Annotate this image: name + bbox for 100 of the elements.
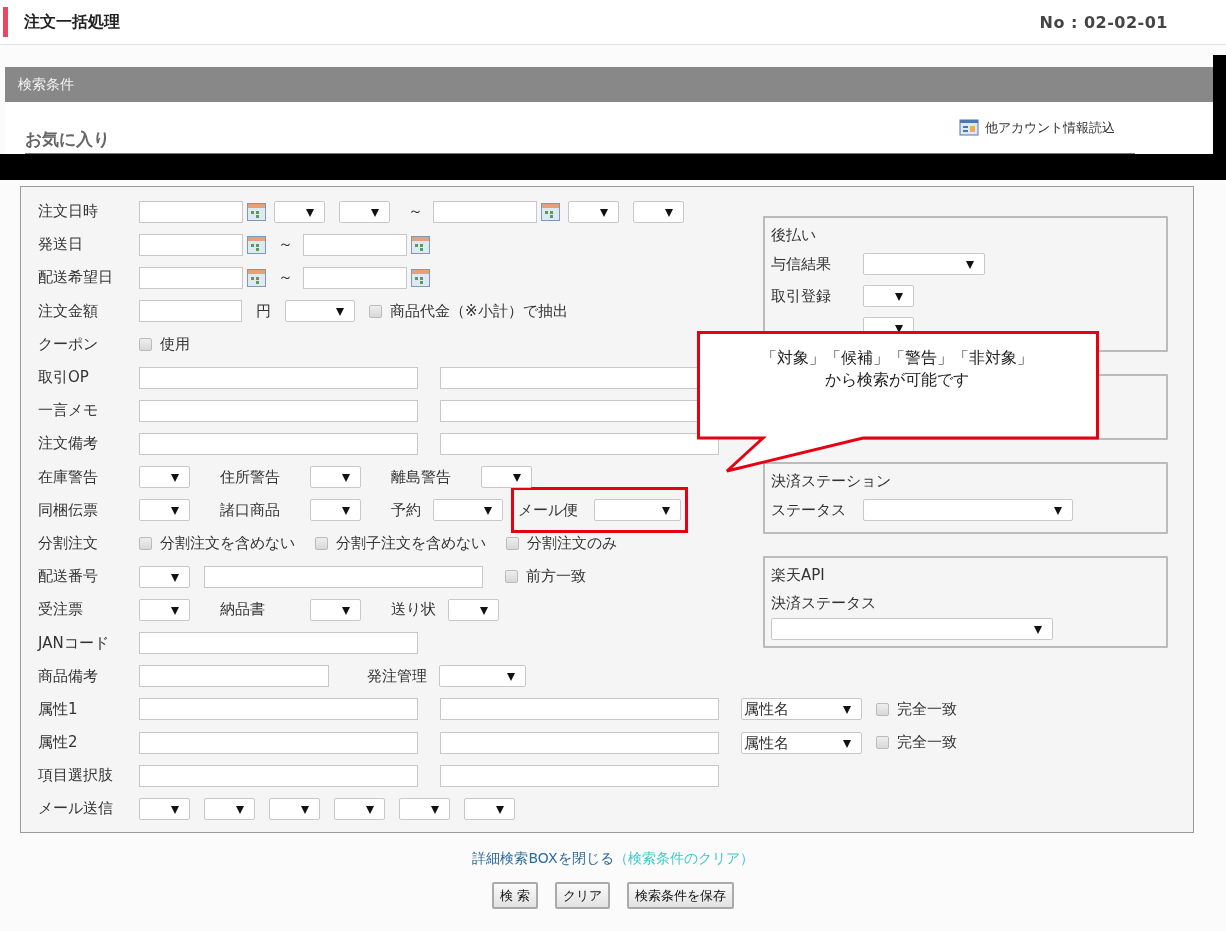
range-separator: ～ [278, 235, 293, 255]
date-field[interactable] [303, 233, 407, 256]
date-field[interactable] [303, 266, 407, 289]
callout-text: 「対象」「候補」「警告」「非対象」 から検索が可能です [760, 347, 1034, 391]
text-field[interactable] [139, 731, 418, 754]
dropdown[interactable] [310, 598, 361, 621]
text-field[interactable] [204, 565, 483, 588]
field-label: 取引OP [38, 368, 90, 388]
field-label: 離島警告 [391, 467, 452, 487]
close-detail-link[interactable]: 詳細検索BOXを閉じる [472, 850, 614, 868]
dropdown[interactable] [481, 466, 532, 489]
dropdown[interactable] [464, 797, 515, 820]
text-field[interactable] [139, 632, 418, 655]
dropdown[interactable] [310, 499, 361, 522]
load-account-link[interactable]: 他アカウント情報読込 [985, 119, 1115, 137]
dropdown[interactable] [139, 565, 190, 588]
dropdown[interactable] [269, 797, 320, 820]
calendar-icon[interactable] [411, 268, 430, 287]
checkbox[interactable] [505, 570, 518, 584]
checkbox[interactable] [369, 304, 382, 318]
accent-bar [3, 7, 8, 37]
field-label: 商品備考 [38, 666, 99, 686]
checkbox[interactable] [506, 536, 519, 550]
field-label: 配送番号 [38, 567, 99, 587]
text-field[interactable] [139, 366, 418, 389]
dropdown[interactable] [310, 466, 361, 489]
group-title: 楽天API [771, 565, 826, 586]
checkbox-label[interactable]: 前方一致 [526, 567, 586, 587]
field-label: JANコード [38, 633, 110, 653]
text-field[interactable] [440, 764, 719, 787]
page-title: 注文一括処理 [24, 11, 120, 33]
field-label: ステータス [771, 500, 847, 520]
checkbox-label[interactable]: 分割注文のみ [527, 533, 617, 553]
dropdown[interactable] [139, 466, 190, 489]
field-label: 発送日 [38, 235, 84, 255]
text-field[interactable] [139, 432, 418, 455]
dropdown[interactable] [568, 200, 619, 223]
text-field[interactable] [139, 665, 329, 688]
dropdown[interactable] [633, 200, 684, 223]
search-button[interactable]: 検 索 [491, 882, 539, 909]
date-field[interactable] [139, 266, 243, 289]
date-field[interactable] [433, 200, 537, 223]
calendar-icon[interactable] [247, 235, 266, 254]
text-field[interactable] [139, 399, 418, 422]
field-label: 発注管理 [367, 666, 427, 686]
field-label: 注文金額 [38, 301, 99, 321]
dropdown[interactable] [334, 797, 385, 820]
dropdown[interactable] [339, 200, 390, 223]
range-separator: ～ [408, 202, 423, 222]
checkbox-label[interactable]: 分割子注文を含めない [336, 533, 486, 553]
calendar-icon[interactable] [541, 202, 560, 221]
calendar-icon[interactable] [247, 268, 266, 287]
dropdown[interactable] [274, 200, 325, 223]
field-label: 配送希望日 [38, 268, 114, 288]
field-label: 諸口商品 [220, 500, 281, 520]
field-label: 同梱伝票 [38, 500, 99, 520]
dropdown[interactable] [139, 499, 190, 522]
field-label: 属性1 [38, 699, 79, 719]
checkbox[interactable] [876, 702, 889, 716]
save-conditions-button[interactable]: 検索条件を保存 [627, 882, 735, 909]
checkbox[interactable] [139, 337, 152, 351]
checkbox[interactable] [139, 536, 152, 550]
text-field[interactable] [440, 432, 719, 455]
unit-label: 円 [256, 301, 271, 321]
field-label: メール便 [518, 500, 578, 520]
dropdown[interactable] [448, 598, 499, 621]
checkbox-label[interactable]: 完全一致 [897, 733, 957, 753]
field-label: 注文備考 [38, 434, 99, 454]
text-field[interactable] [440, 731, 719, 754]
dropdown[interactable]: 属性名 [741, 698, 862, 721]
dropdown[interactable] [139, 797, 190, 820]
dropdown[interactable] [204, 797, 255, 820]
calendar-icon[interactable] [247, 202, 266, 221]
dropdown[interactable] [399, 797, 450, 820]
dropdown[interactable] [139, 598, 190, 621]
dropdown[interactable]: 属性名 [741, 731, 862, 754]
date-field[interactable] [139, 233, 243, 256]
date-field[interactable] [139, 200, 243, 223]
text-field[interactable] [139, 764, 418, 787]
clear-button[interactable]: クリア [555, 882, 611, 909]
dropdown[interactable] [863, 285, 914, 307]
field-label: 項目選択肢 [38, 766, 114, 786]
calendar-icon[interactable] [411, 235, 430, 254]
checkbox-label[interactable]: 分割注文を含めない [160, 533, 295, 553]
field-label: 取引登録 [771, 286, 832, 306]
field-label: 与信結果 [771, 254, 832, 274]
checkbox-label[interactable]: 使用 [160, 334, 190, 354]
field-label: 一言メモ [38, 401, 99, 421]
text-field[interactable] [139, 698, 418, 721]
text-field[interactable] [440, 698, 719, 721]
list-card-icon [959, 119, 979, 137]
field-label: 注文日時 [38, 202, 99, 222]
checkbox[interactable] [876, 736, 889, 750]
checkbox-label[interactable]: 完全一致 [897, 699, 957, 719]
field-label: 送り状 [391, 600, 436, 620]
field-label: 決済ステータス [771, 593, 877, 614]
checkbox-label[interactable]: 商品代金（※小計）で抽出 [390, 301, 568, 321]
text-field[interactable] [139, 300, 242, 323]
checkbox[interactable] [315, 536, 328, 550]
favorites-heading: お気に入り [25, 128, 110, 151]
